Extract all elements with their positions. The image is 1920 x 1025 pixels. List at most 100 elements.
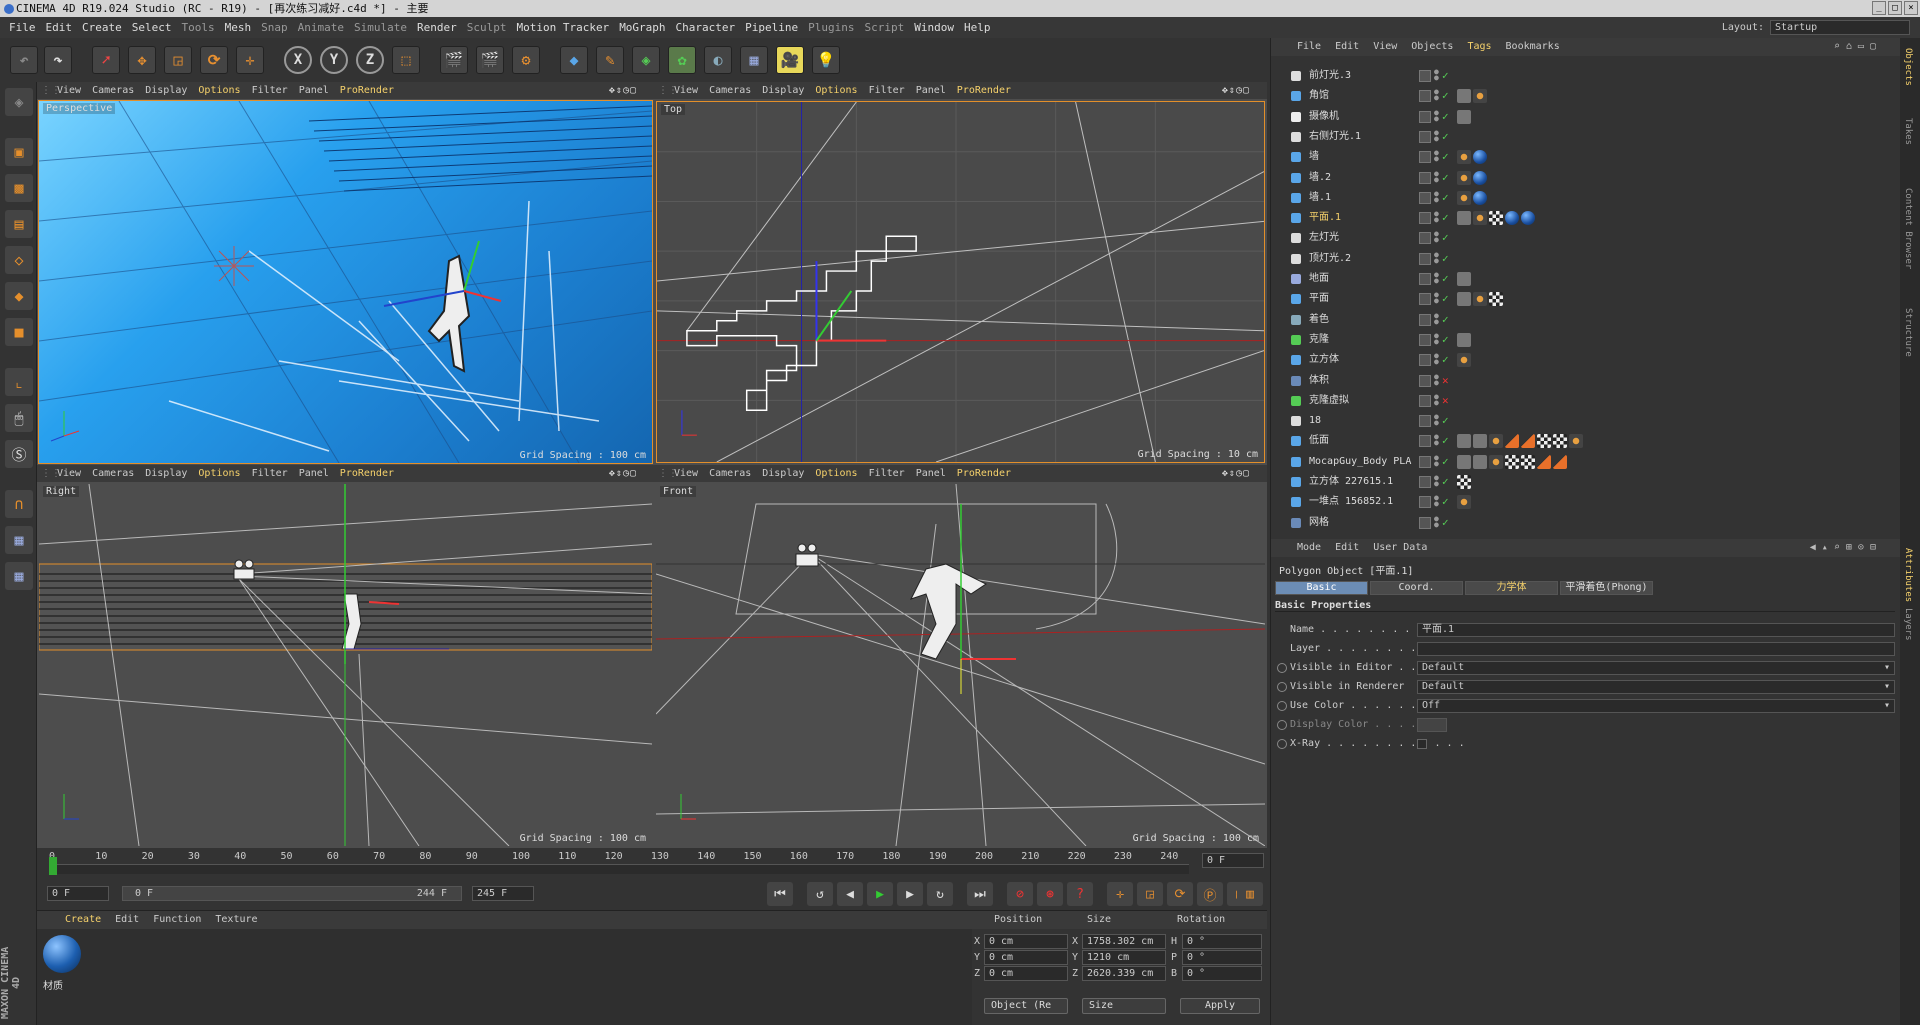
object-row[interactable]: MocapGuy_Body PLA ● ● ✓ xyxy=(1271,452,1901,472)
position-field[interactable]: 0 cm xyxy=(984,934,1068,949)
attribute-tab[interactable]: Basic xyxy=(1275,581,1368,595)
visibility-dots-icon[interactable]: ● ● xyxy=(1434,88,1439,102)
object-row[interactable]: 立方体 ● ● ✓ xyxy=(1271,350,1901,370)
layer-icon[interactable] xyxy=(1419,130,1431,143)
size-field[interactable]: 1758.302 cm xyxy=(1082,934,1166,949)
minimize-icon[interactable]: _ xyxy=(1872,1,1886,15)
make-editable-icon[interactable]: ◈ xyxy=(5,88,33,116)
viewport-menu-display[interactable]: Display xyxy=(762,85,804,96)
playhead[interactable] xyxy=(49,857,57,875)
autokey-icon[interactable]: ⊛ xyxy=(1037,882,1063,906)
timeline-scrubber[interactable] xyxy=(49,857,1189,875)
layer-icon[interactable] xyxy=(1419,293,1431,306)
menu-item-pipeline[interactable]: Pipeline xyxy=(745,21,798,34)
scale-icon[interactable]: ◲ xyxy=(164,46,192,74)
axis-mode-icon[interactable]: ⌞ xyxy=(5,368,33,396)
goto-start-icon[interactable]: ⏮ xyxy=(767,882,793,906)
enabled-check-icon[interactable]: ✓ xyxy=(1442,127,1449,147)
visibility-dots-icon[interactable]: ● ● xyxy=(1434,149,1439,163)
render-settings-icon[interactable]: ⚙ xyxy=(512,46,540,74)
cube-icon[interactable]: ◆ xyxy=(560,46,588,74)
enabled-check-icon[interactable]: ✓ xyxy=(1442,289,1449,309)
object-name[interactable]: 体积 xyxy=(1309,371,1329,391)
frame-range-slider[interactable]: 0 F 244 F xyxy=(122,886,462,901)
enabled-check-icon[interactable]: ✓ xyxy=(1442,452,1449,472)
object-tag-icon[interactable] xyxy=(1521,434,1535,449)
side-tab-takes[interactable]: Takes xyxy=(1903,118,1913,145)
polygons-mode-icon[interactable]: ■ xyxy=(5,318,33,346)
transform-icon[interactable]: ✛ xyxy=(236,46,264,74)
position-field[interactable]: 0 cm xyxy=(984,966,1068,981)
size-mode-dropdown[interactable]: Size xyxy=(1082,998,1166,1014)
object-name[interactable]: 立方体 xyxy=(1309,350,1339,370)
material-menu-edit[interactable]: Edit xyxy=(115,914,139,925)
layer-icon[interactable] xyxy=(1419,171,1431,184)
viewport-menu-options[interactable]: Options xyxy=(198,85,240,96)
live-selection-icon[interactable]: ➚ xyxy=(92,46,120,74)
object-menu-file[interactable]: File xyxy=(1297,41,1321,52)
viewport-right-canvas[interactable]: Right Grid Spacing : 100 cm xyxy=(39,484,652,846)
viewport-top[interactable]: View Cameras Display Options Filter Panel ProR… xyxy=(654,82,1267,465)
object-name[interactable]: 墙 xyxy=(1309,147,1319,167)
object-row[interactable]: 18 ● ● ✓ xyxy=(1271,411,1901,431)
animate-radio-icon[interactable] xyxy=(1277,663,1287,673)
menu-item-script[interactable]: Script xyxy=(865,21,905,34)
viewport-menu-filter[interactable]: Filter xyxy=(252,468,288,479)
object-tag-icon[interactable] xyxy=(1457,211,1471,226)
menu-item-window[interactable]: Window xyxy=(914,21,954,34)
viewport-perspective-canvas[interactable]: Perspective Grid Spacing : 100 cm xyxy=(38,100,653,464)
animate-radio-icon[interactable] xyxy=(1277,739,1287,749)
enabled-check-icon[interactable]: ✓ xyxy=(1442,86,1449,106)
visibility-dots-icon[interactable]: ● ● xyxy=(1434,352,1439,366)
object-row[interactable]: 地面 ● ● ✓ xyxy=(1271,269,1901,289)
object-row[interactable]: 克隆 ● ● ✓ xyxy=(1271,330,1901,350)
enabled-check-icon[interactable]: ✓ xyxy=(1442,188,1449,208)
viewport-menu-filter[interactable]: Filter xyxy=(252,85,288,96)
object-tag-icon[interactable] xyxy=(1457,89,1471,104)
viewport-right[interactable]: View Cameras Display Options Filter Panel ProR… xyxy=(37,465,654,848)
viewport-menu-display[interactable]: Display xyxy=(145,85,187,96)
visibility-dots-icon[interactable]: ● ● xyxy=(1434,372,1439,386)
object-row[interactable]: 着色 ● ● ✓ xyxy=(1271,310,1901,330)
enabled-check-icon[interactable]: ✓ xyxy=(1442,228,1449,248)
viewport-menu-filter[interactable]: Filter xyxy=(869,468,905,479)
light-icon[interactable]: 💡 xyxy=(812,46,840,74)
visibility-dots-icon[interactable]: ● ● xyxy=(1434,250,1439,264)
viewport-menu-cameras[interactable]: Cameras xyxy=(709,468,751,479)
x-axis-icon[interactable]: X xyxy=(284,46,312,74)
menu-item-motion-tracker[interactable]: Motion Tracker xyxy=(516,21,609,34)
next-frame-icon[interactable]: ▶ xyxy=(897,882,923,906)
layer-icon[interactable] xyxy=(1419,455,1431,468)
object-name[interactable]: 角馆 xyxy=(1309,86,1329,106)
object-tag-icon[interactable] xyxy=(1457,454,1471,469)
object-menu-tags[interactable]: Tags xyxy=(1467,41,1491,52)
prev-frame-icon[interactable]: ◀ xyxy=(837,882,863,906)
viewport-front[interactable]: View Cameras Display Options Filter Panel ProR… xyxy=(654,465,1267,848)
attribute-menu-edit[interactable]: Edit xyxy=(1335,542,1359,553)
object-row[interactable]: 低面 ● ● ✓ xyxy=(1271,431,1901,451)
floor-icon[interactable]: ▦ xyxy=(740,46,768,74)
enabled-check-icon[interactable]: ✓ xyxy=(1442,208,1449,228)
start-frame-field[interactable]: 0 F xyxy=(47,886,109,901)
object-menu-bookmarks[interactable]: Bookmarks xyxy=(1506,41,1560,52)
material-name[interactable]: 材质 xyxy=(43,977,63,992)
visibility-dots-icon[interactable]: ● ● xyxy=(1434,331,1439,345)
coordinate-mode-dropdown[interactable]: Object (Re xyxy=(984,998,1068,1014)
enabled-check-icon[interactable]: ✓ xyxy=(1442,330,1449,350)
viewport-menu-prorender[interactable]: ProRender xyxy=(340,85,394,96)
object-row[interactable]: 平面.1 ● ● ✓ xyxy=(1271,208,1901,228)
object-tag-icon[interactable] xyxy=(1457,495,1471,510)
undo-icon[interactable]: ↶ xyxy=(10,46,38,74)
visibility-dots-icon[interactable]: ● ● xyxy=(1434,68,1439,82)
visibility-dots-icon[interactable]: ● ● xyxy=(1434,128,1439,142)
material-menu-function[interactable]: Function xyxy=(153,914,201,925)
object-name[interactable]: MocapGuy_Body PLA xyxy=(1309,452,1411,472)
layer-icon[interactable] xyxy=(1419,354,1431,367)
menu-item-plugins[interactable]: Plugins xyxy=(808,21,854,34)
menu-item-animate[interactable]: Animate xyxy=(298,21,344,34)
object-tag-icon[interactable] xyxy=(1457,353,1471,368)
object-row[interactable]: 墙.2 ● ● ✓ xyxy=(1271,168,1901,188)
layer-icon[interactable] xyxy=(1419,273,1431,285)
menu-item-help[interactable]: Help xyxy=(964,21,991,34)
side-tab-structure[interactable]: Structure xyxy=(1903,308,1913,357)
